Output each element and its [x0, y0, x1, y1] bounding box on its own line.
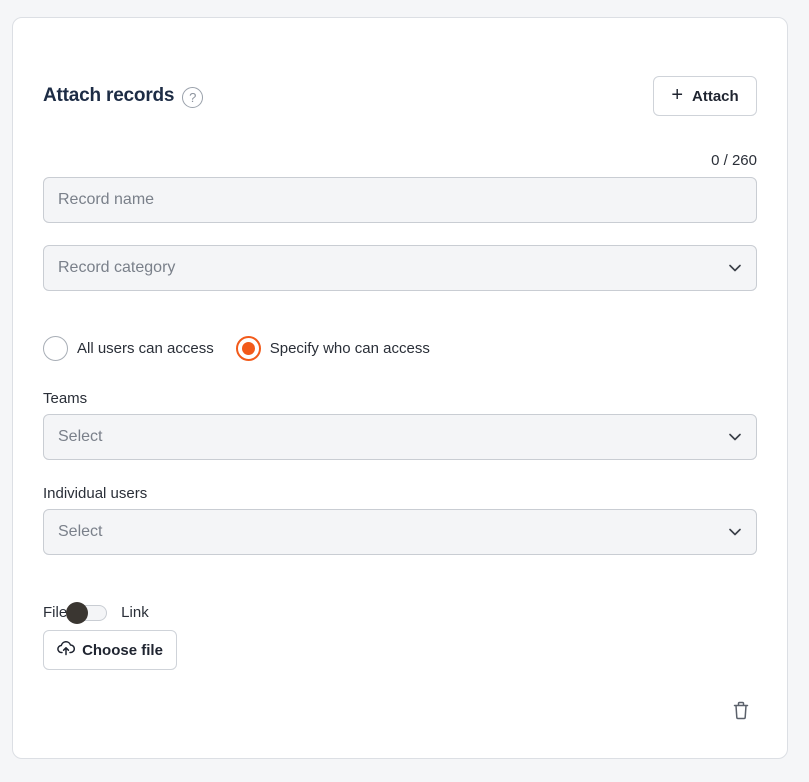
teams-label: Teams: [43, 390, 88, 407]
individual-users-placeholder: Select: [58, 523, 103, 540]
question-circle-icon[interactable]: ?: [182, 86, 204, 108]
cloud-upload-icon: [57, 640, 76, 660]
toggle-file-label: File: [43, 604, 68, 621]
page-title: Attach records: [43, 85, 175, 106]
radio-specify-access[interactable]: Specify who can access: [235, 336, 430, 361]
title-group: Attach records ?: [43, 85, 204, 108]
radio-specify-access-label: Specify who can access: [269, 340, 430, 357]
attach-button[interactable]: + Attach: [653, 76, 757, 116]
character-counter: 0 / 260: [711, 152, 757, 169]
record-name-field[interactable]: [43, 177, 757, 223]
radio-selected-dot: [241, 342, 255, 355]
radio-specify-access-control[interactable]: [235, 336, 261, 361]
teams-select[interactable]: Select: [43, 414, 757, 460]
file-link-toggle[interactable]: [66, 601, 108, 624]
trash-icon[interactable]: [729, 698, 753, 722]
attach-button-label: Attach: [692, 87, 739, 105]
teams-placeholder: Select: [58, 428, 103, 445]
individual-users-select[interactable]: Select: [43, 509, 757, 555]
record-category-select[interactable]: Record category: [43, 245, 757, 291]
plus-icon: +: [671, 84, 683, 106]
chevron-down-icon: [728, 430, 742, 444]
radio-all-users-label: All users can access: [77, 340, 214, 357]
file-link-toggle-row: File Link: [43, 601, 149, 624]
card-header: Attach records ? + Attach: [43, 76, 757, 116]
radio-all-users[interactable]: All users can access: [43, 336, 214, 361]
access-radio-group: All users can access Specify who can acc…: [43, 336, 430, 361]
toggle-link-label: Link: [121, 604, 149, 621]
toggle-knob[interactable]: [66, 601, 89, 624]
record-category-placeholder: Record category: [58, 259, 176, 276]
radio-all-users-control[interactable]: [43, 336, 68, 361]
chevron-down-icon: [728, 525, 742, 539]
individual-users-label: Individual users: [43, 485, 148, 502]
chevron-down-icon: [728, 261, 742, 275]
choose-file-button[interactable]: Choose file: [43, 630, 177, 670]
attach-records-card: Attach records ? + Attach 0 / 260 Record…: [12, 17, 788, 759]
record-name-input[interactable]: [58, 191, 742, 209]
choose-file-label: Choose file: [82, 641, 163, 659]
